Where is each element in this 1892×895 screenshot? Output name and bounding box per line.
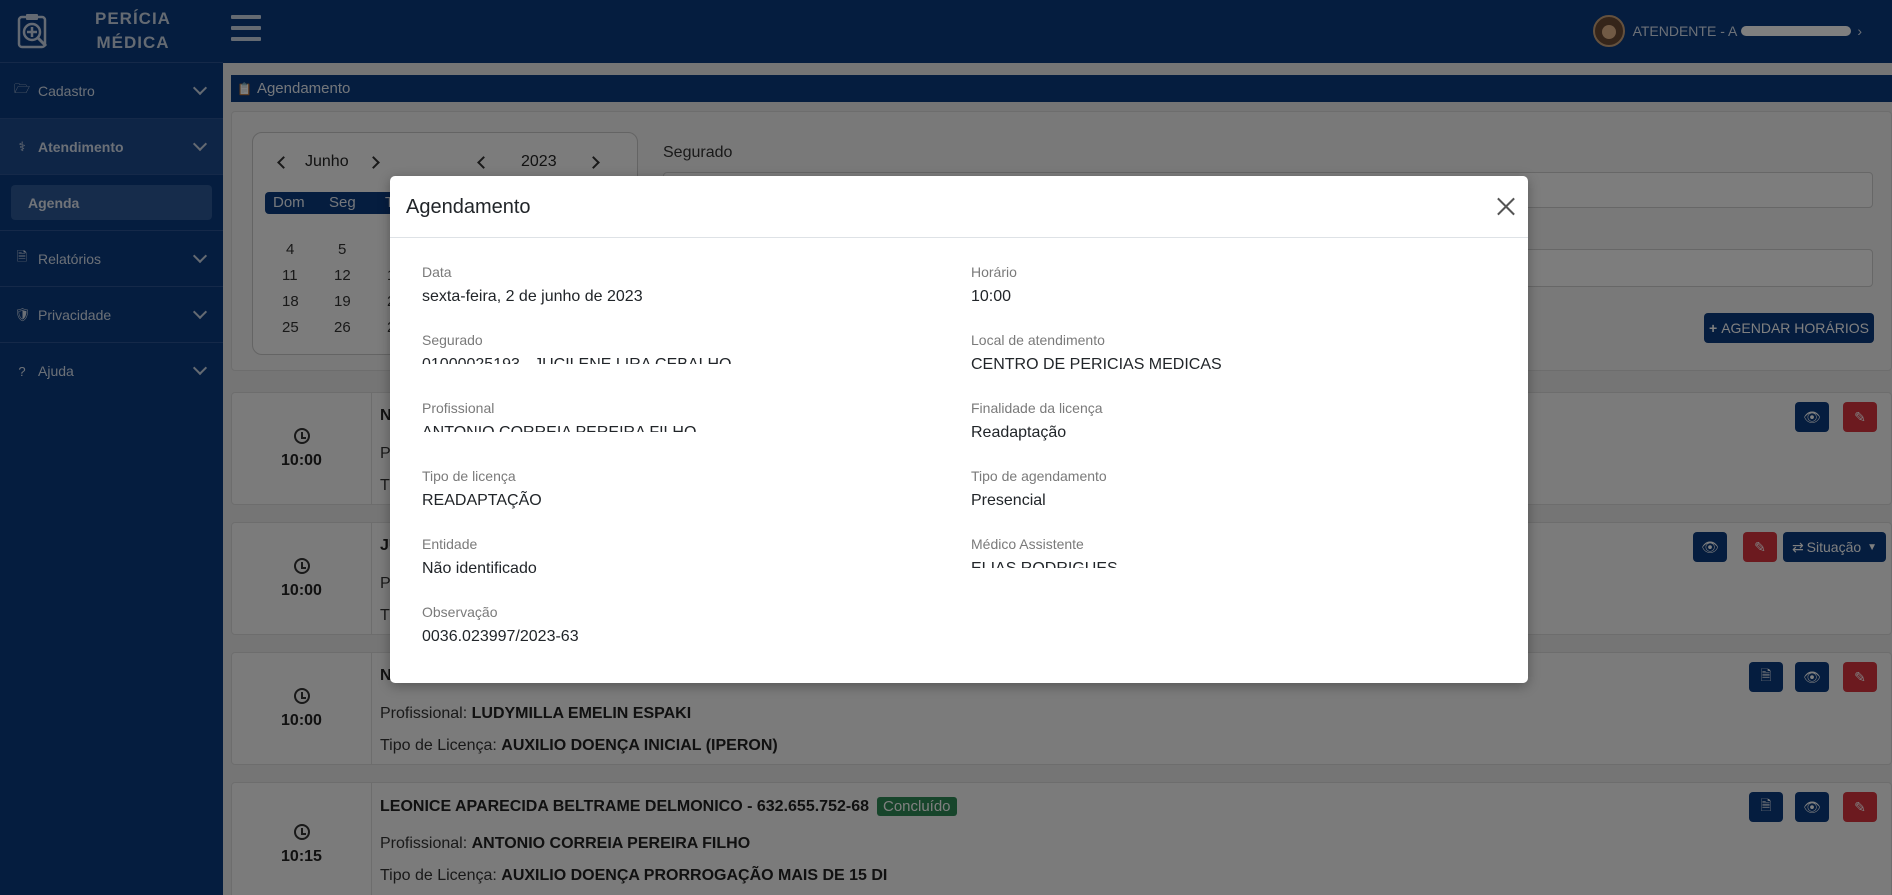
field-local: Local de atendimento CENTRO DE PERICIAS … (971, 332, 1222, 374)
field-value: ELIAS RODRIGUES (971, 560, 1118, 577)
field-data: Data sexta-feira, 2 de junho de 2023 (422, 264, 643, 306)
field-finalidade: Finalidade da licença Readaptação (971, 400, 1103, 442)
field-label: Médico Assistente (971, 536, 1084, 552)
modal-header: Agendamento (390, 176, 1528, 238)
field-label: Observação (422, 604, 498, 620)
field-value: 10:00 (971, 288, 1012, 305)
field-label: Entidade (422, 536, 478, 552)
field-value: CENTRO DE PERICIAS MEDICAS (971, 356, 1222, 373)
close-icon[interactable] (1496, 196, 1516, 216)
field-label: Horário (971, 264, 1017, 280)
field-observacao: Observação 0036.023997/2023-63 (422, 604, 579, 646)
field-value: Presencial (971, 492, 1046, 509)
field-tipo-agendamento: Tipo de agendamento Presencial (971, 468, 1107, 510)
field-horario: Horário 10:00 (971, 264, 1017, 306)
field-profissional: Profissional ANTONIO CORREIA PEREIRA FIL… (422, 400, 697, 442)
field-tipo-licenca: Tipo de licença READAPTAÇÃO (422, 468, 542, 510)
field-label: Local de atendimento (971, 332, 1105, 348)
field-label: Profissional (422, 400, 495, 416)
appointment-modal: Agendamento Data sexta-feira, 2 de junho… (390, 176, 1528, 683)
field-value: 0036.023997/2023-63 (422, 628, 579, 645)
field-value: sexta-feira, 2 de junho de 2023 (422, 288, 643, 305)
field-value: ANTONIO CORREIA PEREIRA FILHO (422, 424, 697, 441)
field-label: Finalidade da licença (971, 400, 1103, 416)
field-value: Não identificado (422, 560, 537, 577)
field-value: 01000025193 - JUCILENE LIRA CEBALHO (422, 356, 732, 373)
modal-title: Agendamento (406, 196, 531, 218)
field-label: Data (422, 264, 452, 280)
field-label: Tipo de agendamento (971, 468, 1107, 484)
field-entidade: Entidade Não identificado (422, 536, 537, 578)
field-medico-assistente: Médico Assistente ELIAS RODRIGUES (971, 536, 1118, 578)
field-segurado: Segurado 01000025193 - JUCILENE LIRA CEB… (422, 332, 732, 374)
field-label: Tipo de licença (422, 468, 516, 484)
field-value: READAPTAÇÃO (422, 492, 542, 509)
field-label: Segurado (422, 332, 483, 348)
field-value: Readaptação (971, 424, 1067, 441)
